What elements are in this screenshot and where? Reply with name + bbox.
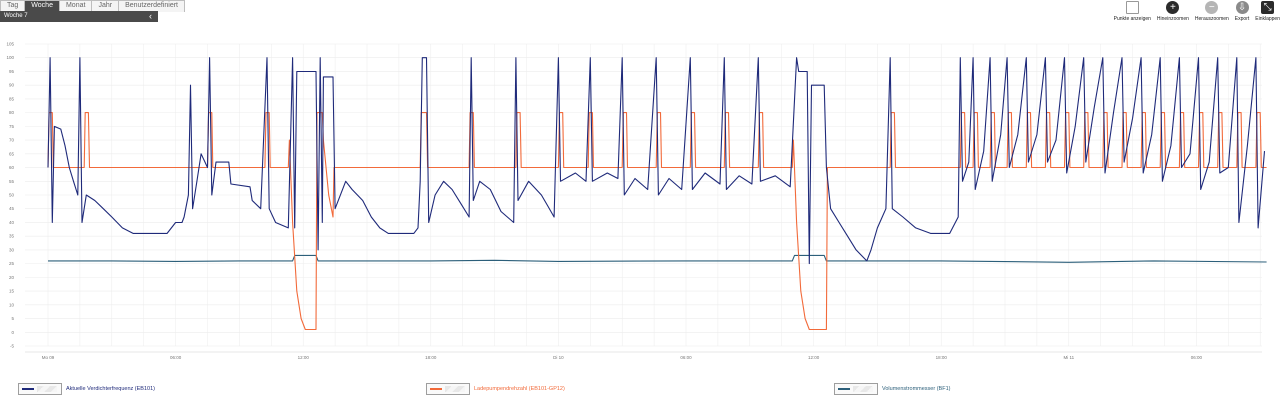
y-tick-label: 50 [9,193,15,198]
legend-swatch [18,383,62,395]
x-tick-label: 12:00 [808,355,820,360]
y-tick-label: -5 [10,344,14,349]
legend-swatch [426,383,470,395]
x-tick-label: 18:00 [936,355,948,360]
y-tick-label: 20 [9,275,15,280]
legend-label: Volumenstrommesser (BF1) [882,386,951,392]
y-tick-label: 0 [11,330,14,335]
y-tick-label: 45 [9,206,15,211]
legend-line [430,388,442,390]
y-tick-label: 105 [6,42,14,47]
chart-series [47,57,1267,331]
y-tick-label: 65 [9,151,15,156]
y-tick-label: 5 [11,316,14,321]
x-tick-label: Mo 09 [42,355,55,360]
y-tick-label: 85 [9,96,15,101]
y-tick-label: 70 [9,138,15,143]
y-tick-label: 35 [9,234,15,239]
x-tick-label: 18:00 [425,355,437,360]
x-tick-label: 06:00 [1191,355,1203,360]
y-tick-label: 15 [9,289,15,294]
x-tick-label: 12:00 [298,355,310,360]
y-tick-label: 90 [9,83,15,88]
legend-line [838,388,850,390]
y-tick-label: 75 [9,124,15,129]
y-tick-label: 30 [9,247,15,252]
x-tick-label: 06:00 [170,355,182,360]
y-axis-ticks: -5 0 5 10 15 20 25 30 35 40 45 50 55 60 65 70 75 80 85 90 95… [6,42,14,349]
x-tick-label: Di 10 [553,355,564,360]
y-tick-label: 60 [9,165,15,170]
legend-label: Ladepumpendrehzahl (EB101-GP12) [474,386,565,392]
legend-item-pump[interactable]: Ladepumpendrehzahl (EB101-GP12) [426,383,565,395]
y-tick-label: 25 [9,261,15,266]
legend-sparkline [37,386,57,392]
y-tick-label: 10 [9,302,15,307]
y-tick-label: 95 [9,69,15,74]
x-axis-ticks: Mo 09 06:00 12:00 18:00 Di 10 06:00 12:00 18:00… [42,355,1203,360]
legend-label: Aktuelle Verdichterfrequenz (EB101) [66,386,155,392]
legend-line [22,388,34,390]
legend-sparkline [445,386,465,392]
legend-sparkline [853,386,873,392]
line-chart: -5 0 5 10 15 20 25 30 35 40 45 50 55 60 65 70 75 80 85 90 95… [6,42,1267,360]
y-tick-label: 40 [9,220,15,225]
y-tick-label: 100 [6,55,14,60]
y-tick-label: 80 [9,110,15,115]
legend-swatch [834,383,878,395]
x-tick-label: 06:00 [680,355,692,360]
legend-item-flow[interactable]: Volumenstrommesser (BF1) [834,383,950,395]
y-tick-label: 55 [9,179,15,184]
x-tick-label: Mi 11 [1063,355,1074,360]
legend-item-compressor[interactable]: Aktuelle Verdichterfrequenz (EB101) [18,383,155,395]
series-line [48,254,1267,263]
